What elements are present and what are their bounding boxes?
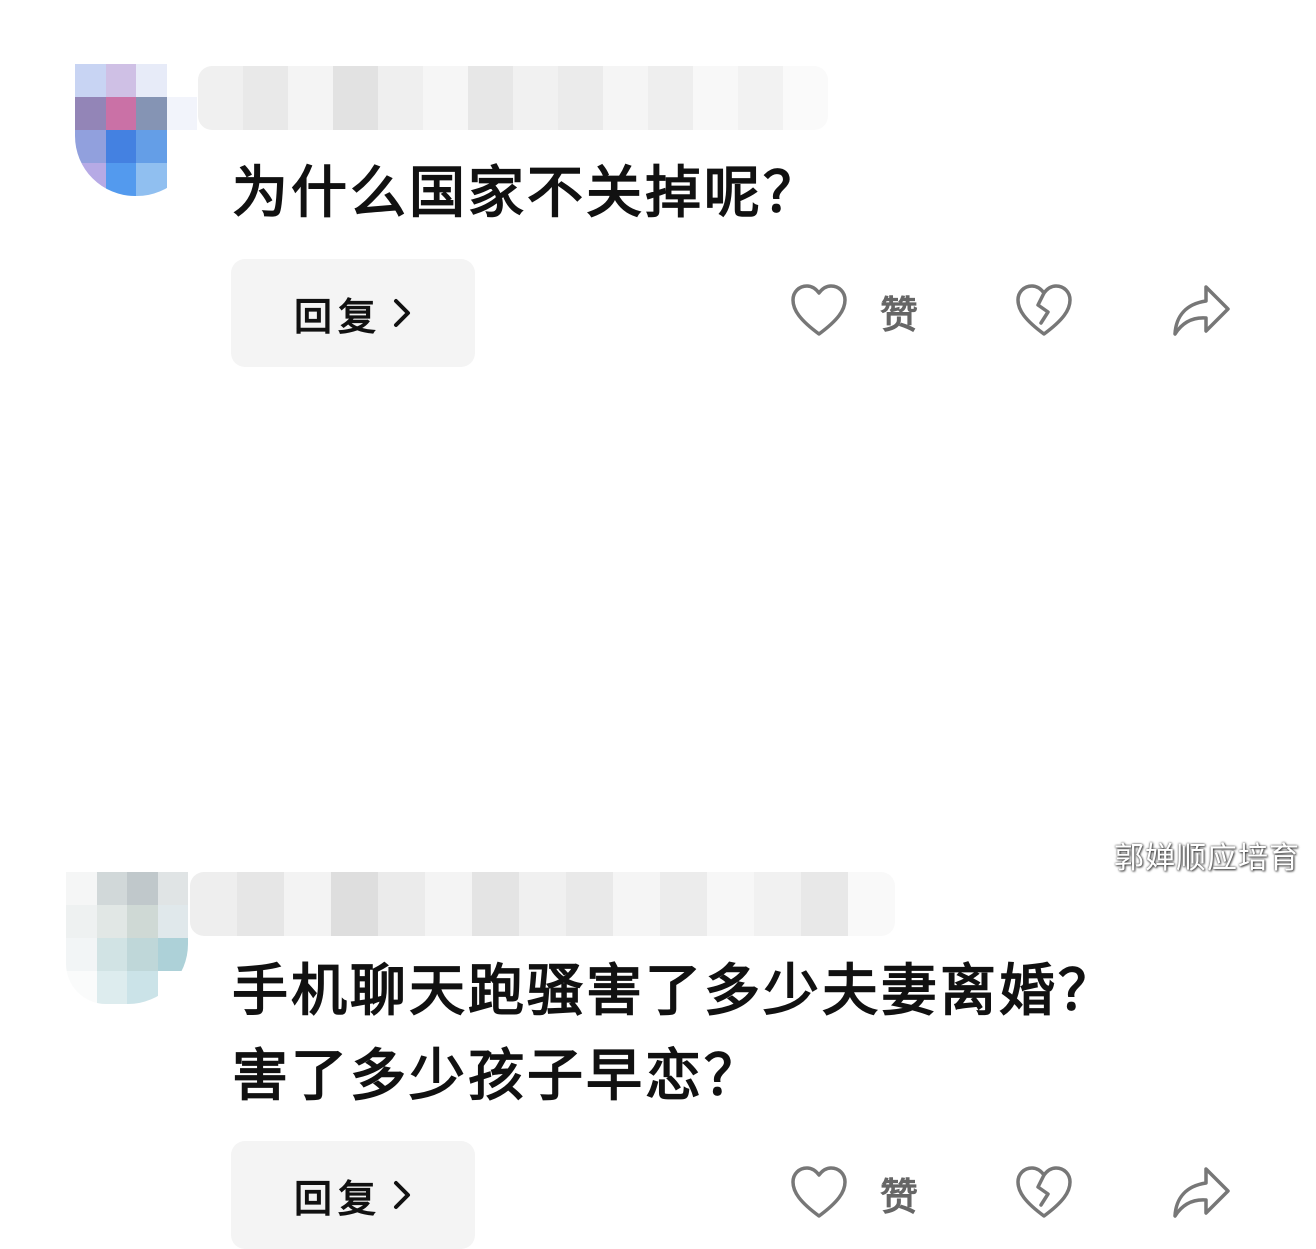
comment-text-line-2: 害了多少孩子早恋？ (232, 1043, 763, 1109)
like-label: 赞 (880, 1173, 919, 1219)
heart-outline-icon (791, 284, 847, 336)
username-blurred[interactable] (198, 66, 828, 130)
broken-heart-icon (1016, 284, 1072, 336)
reply-label: 回复 (293, 1175, 382, 1221)
reply-button[interactable]: 回复 (231, 259, 475, 367)
like-label: 赞 (880, 291, 919, 337)
dislike-button[interactable] (1015, 1165, 1073, 1221)
share-arrow-icon (1173, 1167, 1230, 1218)
watermark: 郭婵顺应培育 (1114, 841, 1300, 876)
share-arrow-icon (1173, 285, 1230, 336)
broken-heart-icon (1016, 1166, 1072, 1218)
comment-text: 为什么国家不关掉呢？ (232, 160, 822, 226)
chevron-right-icon (394, 1181, 410, 1209)
reply-label: 回复 (293, 293, 382, 339)
comment-item: 为什么国家不关掉呢？ 回复 赞 (0, 0, 1316, 380)
heart-outline-icon (791, 1166, 847, 1218)
reply-button[interactable]: 回复 (231, 1141, 475, 1249)
share-button[interactable] (1170, 283, 1232, 339)
username-blurred[interactable] (190, 872, 895, 936)
like-button[interactable]: 赞 (790, 1165, 918, 1221)
avatar[interactable] (66, 872, 188, 1004)
comment-item: 手机聊天跑骚害了多少夫妻离婚？ 害了多少孩子早恋？ 回复 赞 (0, 420, 1316, 1249)
avatar[interactable] (75, 64, 197, 196)
like-button[interactable]: 赞 (790, 283, 918, 339)
share-button[interactable] (1170, 1165, 1232, 1221)
comment-text-line-1: 手机聊天跑骚害了多少夫妻离婚？ (232, 958, 1117, 1024)
chevron-right-icon (394, 299, 410, 327)
dislike-button[interactable] (1015, 283, 1073, 339)
